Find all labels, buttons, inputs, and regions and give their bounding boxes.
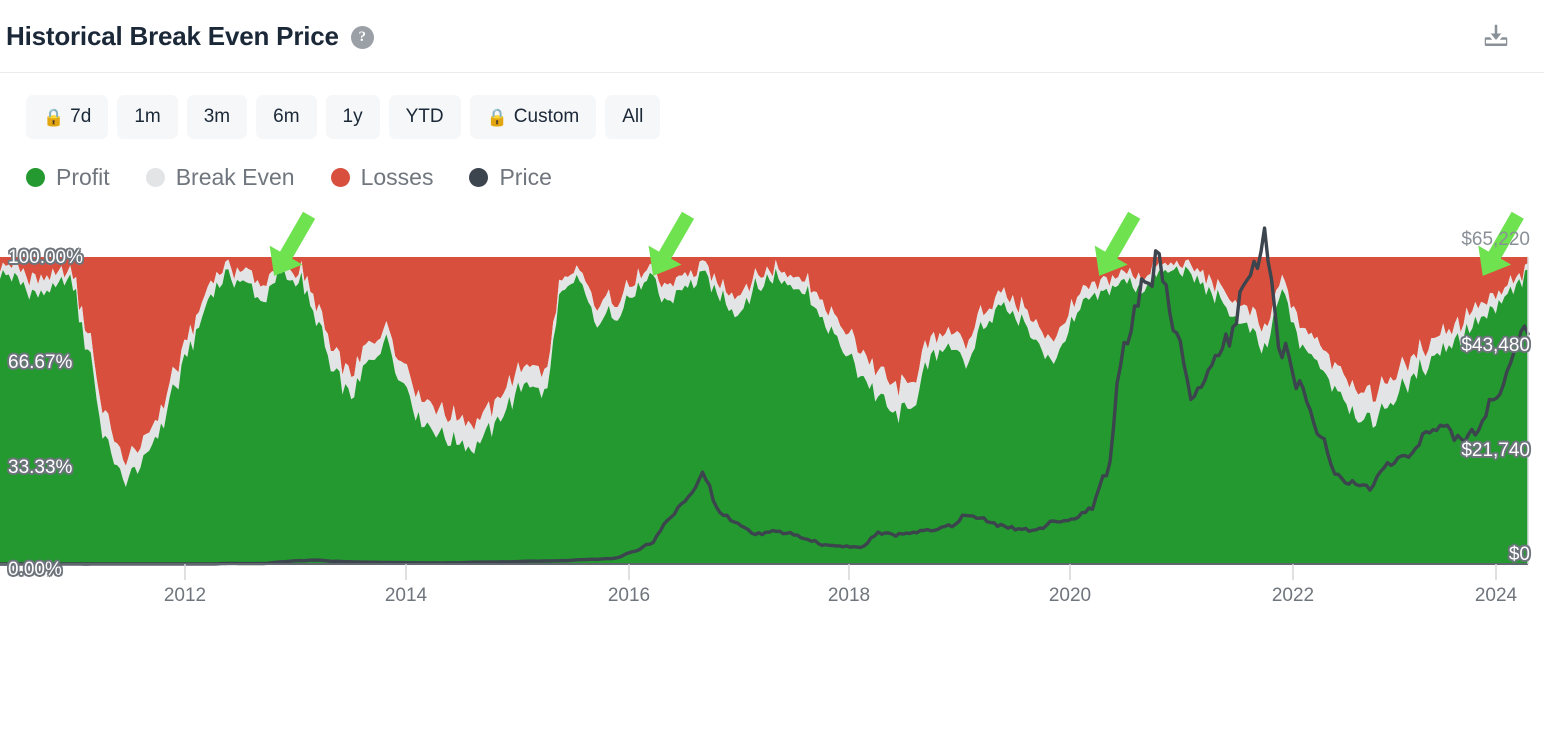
download-icon[interactable] bbox=[1476, 16, 1516, 56]
time-range-selector: 🔒 7d 1m 3m 6m 1y YTD 🔒 Custom All bbox=[0, 73, 1544, 135]
legend-label: Losses bbox=[361, 164, 434, 191]
page-title: Historical Break Even Price bbox=[6, 21, 339, 52]
range-button-all[interactable]: All bbox=[605, 95, 660, 139]
break-even-price-chart[interactable] bbox=[0, 207, 1544, 657]
range-button-label: YTD bbox=[406, 106, 444, 128]
question-mark-circle-icon[interactable]: ? bbox=[351, 26, 374, 49]
legend-label: Price bbox=[499, 164, 551, 191]
range-button-6m[interactable]: 6m bbox=[256, 95, 316, 139]
legend-label: Profit bbox=[56, 164, 110, 191]
range-button-label: 1y bbox=[343, 106, 363, 128]
range-button-label: Custom bbox=[514, 106, 579, 128]
range-button-3m[interactable]: 3m bbox=[187, 95, 247, 139]
range-button-label: 3m bbox=[204, 106, 230, 128]
range-button-1m[interactable]: 1m bbox=[117, 95, 177, 139]
chart-area[interactable]: $65,220 100.00% 66.67% 33.33% 0.00% $43,… bbox=[0, 207, 1544, 657]
lock-icon: 🔒 bbox=[487, 109, 508, 126]
legend-item-profit[interactable]: Profit bbox=[26, 164, 110, 191]
legend-item-losses[interactable]: Losses bbox=[331, 164, 434, 191]
range-button-custom[interactable]: 🔒 Custom bbox=[470, 95, 597, 139]
lock-icon: 🔒 bbox=[43, 109, 64, 126]
range-button-label: 6m bbox=[273, 106, 299, 128]
legend-dot-icon bbox=[469, 168, 488, 187]
legend-item-break-even[interactable]: Break Even bbox=[146, 164, 295, 191]
legend-item-price[interactable]: Price bbox=[469, 164, 551, 191]
range-button-label: 1m bbox=[134, 106, 160, 128]
range-button-label: All bbox=[622, 106, 643, 128]
range-button-ytd[interactable]: YTD bbox=[389, 95, 461, 139]
range-button-7d[interactable]: 🔒 7d bbox=[26, 95, 108, 139]
legend-dot-icon bbox=[146, 168, 165, 187]
legend-label: Break Even bbox=[176, 164, 295, 191]
range-button-1y[interactable]: 1y bbox=[326, 95, 380, 139]
range-button-label: 7d bbox=[70, 106, 91, 128]
legend-dot-icon bbox=[26, 168, 45, 187]
chart-legend: Profit Break Even Losses Price bbox=[0, 135, 1544, 197]
legend-dot-icon bbox=[331, 168, 350, 187]
page-header: Historical Break Even Price ? bbox=[0, 0, 1544, 73]
